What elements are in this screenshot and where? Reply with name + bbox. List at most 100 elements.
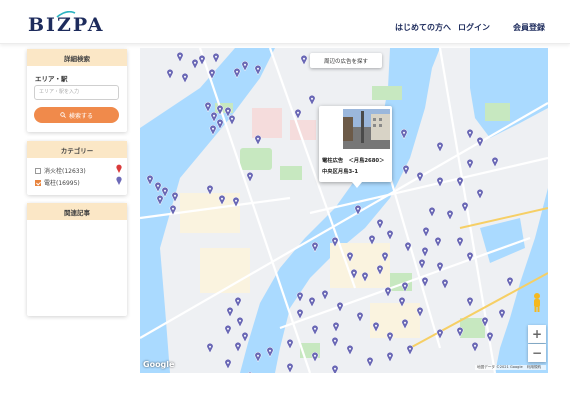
map-pin-icon[interactable] (486, 331, 494, 343)
map-pin-icon[interactable] (350, 268, 358, 280)
map-pin-icon[interactable] (346, 251, 354, 263)
logo[interactable]: BIZPA (28, 14, 104, 36)
map-pin-icon[interactable] (216, 118, 224, 130)
map-pin-icon[interactable] (386, 351, 394, 363)
map-pin-icon[interactable] (331, 364, 339, 373)
map-pin-icon[interactable] (171, 191, 179, 203)
map-pin-icon[interactable] (428, 206, 436, 218)
map-pin-icon[interactable] (311, 351, 319, 363)
map-pin-icon[interactable] (198, 54, 206, 66)
map-pin-icon[interactable] (386, 229, 394, 241)
map-pin-icon[interactable] (156, 194, 164, 206)
map-pin-icon[interactable] (300, 54, 308, 66)
map-pin-icon[interactable] (456, 326, 464, 338)
map-pin-icon[interactable] (146, 174, 154, 186)
terms-link[interactable]: 利用規約 (527, 365, 541, 369)
search-button[interactable]: 検索する (34, 107, 119, 123)
map-pin-icon[interactable] (254, 134, 262, 146)
zoom-in-button[interactable]: + (528, 325, 546, 343)
map-pin-icon[interactable] (154, 181, 162, 193)
map-pin-icon[interactable] (401, 318, 409, 330)
category-item-pole[interactable]: 電柱(16995) (35, 178, 80, 187)
map-pin-icon[interactable] (308, 296, 316, 308)
map-pin-icon[interactable] (233, 67, 241, 79)
map-pin-icon[interactable] (296, 291, 304, 303)
map-pin-icon[interactable] (224, 324, 232, 336)
nav-login[interactable]: ログイン (458, 22, 490, 33)
map-pin-icon[interactable] (354, 204, 362, 216)
map-pin-icon[interactable] (176, 51, 184, 63)
map-pin-icon[interactable] (181, 72, 189, 84)
map-pin-icon[interactable] (446, 209, 454, 221)
map-pin-icon[interactable] (466, 251, 474, 263)
map-pin-icon[interactable] (336, 301, 344, 313)
map-pin-icon[interactable] (208, 68, 216, 80)
map-pin-icon[interactable] (456, 176, 464, 188)
map-pin-icon[interactable] (386, 331, 394, 343)
area-input[interactable]: エリア・駅を入力 (34, 85, 119, 100)
map-popup[interactable]: 電柱広告 ＜月島2680＞ 中央区月島3-1 (319, 106, 392, 182)
nav-getting-started[interactable]: はじめての方へ (395, 22, 451, 33)
map-pin-icon[interactable] (234, 296, 242, 308)
nearby-ads-button[interactable]: 周辺の広告を探す (310, 53, 382, 68)
map-pin-icon[interactable] (226, 306, 234, 318)
map-pin-icon[interactable] (191, 58, 199, 70)
map-pin-icon[interactable] (436, 328, 444, 340)
map-pin-icon[interactable] (234, 341, 242, 353)
map-pin-icon[interactable] (506, 276, 514, 288)
map-pin-icon[interactable] (376, 218, 384, 230)
map-pin-icon[interactable] (161, 186, 169, 198)
map-pin-icon[interactable] (254, 351, 262, 363)
map-pin-icon[interactable] (436, 261, 444, 273)
map-pin-icon[interactable] (466, 128, 474, 140)
map-pin-icon[interactable] (400, 128, 408, 140)
map-pin-icon[interactable] (481, 316, 489, 328)
map-pin-icon[interactable] (476, 188, 484, 200)
hydrant-checkbox[interactable] (35, 167, 41, 174)
zoom-out-button[interactable]: − (528, 344, 546, 362)
map-pin-icon[interactable] (471, 341, 479, 353)
map-pin-icon[interactable] (366, 356, 374, 368)
map-pin-icon[interactable] (224, 358, 232, 370)
map-pin-icon[interactable] (361, 271, 369, 283)
map-pin-icon[interactable] (421, 276, 429, 288)
nav-register[interactable]: 会員登録 (513, 22, 545, 33)
map-pin-icon[interactable] (436, 176, 444, 188)
category-item-hydrant[interactable]: 消火栓(12633) (35, 166, 86, 175)
map-pin-icon[interactable] (436, 141, 444, 153)
map-pin-icon[interactable] (321, 289, 329, 301)
map-pin-icon[interactable] (241, 60, 249, 72)
pegman-icon[interactable] (529, 292, 545, 312)
map-pin-icon[interactable] (209, 124, 217, 136)
map-pin-icon[interactable] (401, 281, 409, 293)
map-pin-icon[interactable] (498, 308, 506, 320)
map-pin-icon[interactable] (311, 241, 319, 253)
map-pin-icon[interactable] (308, 94, 316, 106)
map-pin-icon[interactable] (416, 171, 424, 183)
pole-checkbox[interactable] (35, 179, 41, 186)
map[interactable]: 周辺の広告を探す 電柱広告 ＜月島2680＞ 中央区月島3-1 + − Goog… (140, 48, 548, 373)
map-pin-icon[interactable] (384, 286, 392, 298)
map-pin-icon[interactable] (247, 371, 253, 373)
map-pin-icon[interactable] (422, 226, 430, 238)
map-pin-icon[interactable] (376, 264, 384, 276)
map-pin-icon[interactable] (406, 344, 414, 356)
map-pin-icon[interactable] (404, 241, 412, 253)
map-pin-icon[interactable] (296, 308, 304, 320)
map-pin-icon[interactable] (346, 344, 354, 356)
map-pin-icon[interactable] (216, 104, 224, 116)
map-pin-icon[interactable] (246, 171, 254, 183)
map-pin-icon[interactable] (169, 204, 177, 216)
map-pin-icon[interactable] (241, 331, 249, 343)
map-pin-icon[interactable] (476, 136, 484, 148)
map-pin-icon[interactable] (332, 321, 340, 333)
map-pin-icon[interactable] (266, 346, 274, 358)
map-pin-icon[interactable] (166, 68, 174, 80)
map-pin-icon[interactable] (434, 236, 442, 248)
map-pin-icon[interactable] (210, 111, 218, 123)
map-pin-icon[interactable] (311, 324, 319, 336)
map-pin-icon[interactable] (331, 336, 339, 348)
map-pin-icon[interactable] (441, 278, 449, 290)
map-pin-icon[interactable] (491, 156, 499, 168)
map-pin-icon[interactable] (416, 306, 424, 318)
